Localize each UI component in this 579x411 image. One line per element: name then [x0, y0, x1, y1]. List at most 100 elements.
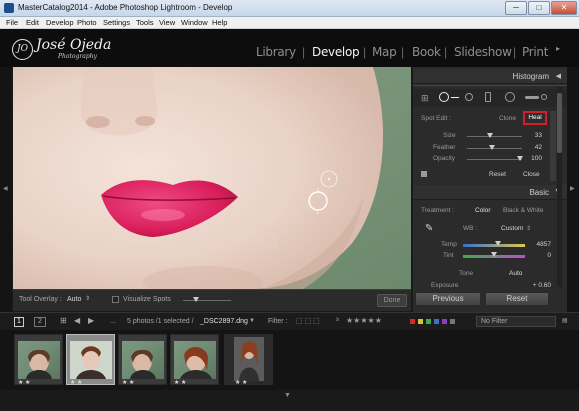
- size-slider-thumb[interactable]: [487, 133, 493, 138]
- wb-select[interactable]: Custom: [501, 225, 523, 232]
- collapse-right-panel-icon[interactable]: ▶: [570, 185, 575, 192]
- temp-slider-track[interactable]: [463, 244, 525, 247]
- menu-tools[interactable]: Tools: [136, 18, 154, 27]
- wb-dropdown-icon[interactable]: ⇕: [526, 225, 531, 232]
- close-window-button[interactable]: ✕: [551, 1, 577, 15]
- module-separator: |: [513, 45, 517, 59]
- blue-label-filter-icon[interactable]: [434, 319, 439, 324]
- bottom-panel-edge[interactable]: ▼: [0, 390, 579, 411]
- filmstrip-thumbnail[interactable]: ★ ★: [14, 334, 63, 386]
- tool-overlay-select[interactable]: Auto: [67, 296, 81, 303]
- heal-option[interactable]: Heal: [523, 111, 547, 125]
- no-label-filter-icon[interactable]: [450, 319, 455, 324]
- menu-window[interactable]: Window: [181, 18, 208, 27]
- develop-tool-strip: ⊞: [413, 89, 567, 107]
- filmstrip-thumbnail[interactable]: ★ ★: [118, 334, 167, 386]
- star-rating-filter-icons[interactable]: ★★★★★: [346, 316, 382, 325]
- flag-filter-icons[interactable]: ⬚ ⬚ ⬚: [296, 317, 320, 325]
- module-map[interactable]: Map: [372, 45, 397, 59]
- spot-close-button[interactable]: Close: [523, 171, 540, 178]
- module-library[interactable]: Library: [256, 45, 296, 59]
- treatment-bw-option[interactable]: Black & White: [503, 207, 543, 214]
- crop-overlay-tool-icon[interactable]: ⊞: [421, 93, 429, 104]
- left-panel-edge[interactable]: ◀: [0, 67, 12, 312]
- red-label-filter-icon[interactable]: [410, 319, 415, 324]
- tool-overlay-label: Tool Overlay :: [19, 296, 62, 303]
- main-photo-canvas[interactable]: [13, 67, 411, 289]
- treatment-color-option[interactable]: Color: [475, 207, 491, 214]
- visualize-spots-slider[interactable]: [183, 300, 231, 301]
- feather-slider-thumb[interactable]: [489, 145, 495, 150]
- module-develop[interactable]: Develop: [312, 45, 360, 59]
- opacity-value[interactable]: 100: [520, 155, 542, 162]
- purple-label-filter-icon[interactable]: [442, 319, 447, 324]
- filter-lock-icon[interactable]: ▤: [562, 317, 568, 324]
- temp-slider-thumb[interactable]: [495, 241, 501, 246]
- maximize-button[interactable]: □: [528, 1, 550, 15]
- forward-arrow-icon[interactable]: ▶: [88, 316, 94, 325]
- exposure-value[interactable]: + 0.60: [521, 282, 551, 289]
- red-eye-tool-icon[interactable]: [465, 93, 473, 101]
- dropdown-arrows-icon[interactable]: ⇕: [85, 295, 90, 302]
- adjustment-brush-icon[interactable]: [525, 96, 539, 99]
- white-balance-eyedropper-icon[interactable]: ✎: [425, 223, 433, 234]
- menu-help[interactable]: Help: [212, 18, 227, 27]
- collapse-triangle-icon[interactable]: ◀: [556, 72, 561, 80]
- menu-view[interactable]: View: [159, 18, 175, 27]
- module-slideshow[interactable]: Slideshow: [454, 45, 512, 59]
- filmstrip-filename[interactable]: _DSC2897.dng: [200, 318, 248, 325]
- identity-subtitle: Photography: [58, 53, 97, 60]
- yellow-label-filter-icon[interactable]: [418, 319, 423, 324]
- radial-filter-icon[interactable]: [505, 92, 515, 102]
- menu-edit[interactable]: Edit: [26, 18, 39, 27]
- rating-operator-icon[interactable]: ≥: [336, 317, 339, 323]
- module-overflow-icon[interactable]: ▸: [556, 44, 560, 53]
- menu-settings[interactable]: Settings: [103, 18, 130, 27]
- menu-file[interactable]: File: [6, 18, 18, 27]
- filmstrip[interactable]: ★ ★ ★ ★ ★ ★ ★ ★ ★ ★: [0, 330, 579, 390]
- basic-header[interactable]: Basic ▼: [413, 185, 567, 200]
- tone-label: Tone: [459, 270, 474, 277]
- spot-removal-tool-icon[interactable]: [439, 92, 449, 102]
- histogram-header[interactable]: Histogram ◀: [413, 69, 567, 84]
- secondary-window-2-button[interactable]: 2: [34, 317, 46, 327]
- tint-label: Tint: [443, 252, 454, 259]
- visualize-spots-slider-thumb[interactable]: [193, 297, 199, 302]
- switch-icon[interactable]: [421, 171, 427, 177]
- module-book[interactable]: Book: [412, 45, 441, 59]
- menu-photo[interactable]: Photo: [77, 18, 97, 27]
- tone-auto-button[interactable]: Auto: [509, 270, 522, 277]
- visualize-spots-checkbox[interactable]: [112, 296, 119, 303]
- reset-button[interactable]: Reset: [485, 292, 549, 306]
- temp-value[interactable]: 4857: [529, 241, 551, 248]
- lightroom-app-icon: [4, 3, 14, 13]
- panel-scrollbar-thumb[interactable]: [557, 93, 562, 153]
- filmstrip-thumbnail[interactable]: ★ ★: [224, 334, 273, 386]
- spot-reset-button[interactable]: Reset: [489, 171, 506, 178]
- menu-develop[interactable]: Develop: [46, 18, 74, 27]
- filename-dropdown-icon[interactable]: ▼: [249, 318, 255, 324]
- grid-view-icon[interactable]: ⊞: [60, 316, 67, 325]
- module-print[interactable]: Print: [522, 45, 548, 59]
- secondary-window-1-button[interactable]: 1: [14, 317, 24, 327]
- thumbnail-rating: ★ ★: [70, 380, 83, 386]
- done-button[interactable]: Done: [377, 294, 407, 307]
- feather-value[interactable]: 42: [520, 144, 542, 151]
- size-value[interactable]: 33: [520, 132, 542, 139]
- filmstrip-thumbnail[interactable]: ★ ★: [170, 334, 219, 386]
- tint-value[interactable]: 0: [529, 252, 551, 259]
- tint-slider-thumb[interactable]: [491, 252, 497, 257]
- back-arrow-icon[interactable]: ◀: [74, 316, 80, 325]
- collapse-filmstrip-icon[interactable]: ▼: [284, 392, 291, 399]
- opacity-slider-track[interactable]: [467, 159, 522, 160]
- green-label-filter-icon[interactable]: [426, 319, 431, 324]
- expand-left-panel-icon[interactable]: ◀: [3, 185, 8, 192]
- minimize-button[interactable]: ─: [505, 1, 527, 15]
- previous-button[interactable]: Previous: [415, 292, 481, 306]
- filter-preset-select[interactable]: No Filter: [476, 316, 556, 327]
- size-slider-track[interactable]: [467, 136, 522, 137]
- graduated-filter-icon[interactable]: [485, 92, 491, 102]
- clone-option[interactable]: Clone: [499, 115, 516, 122]
- filmstrip-thumbnail-selected[interactable]: ★ ★: [66, 334, 115, 386]
- right-panel-edge[interactable]: ▶: [567, 67, 579, 312]
